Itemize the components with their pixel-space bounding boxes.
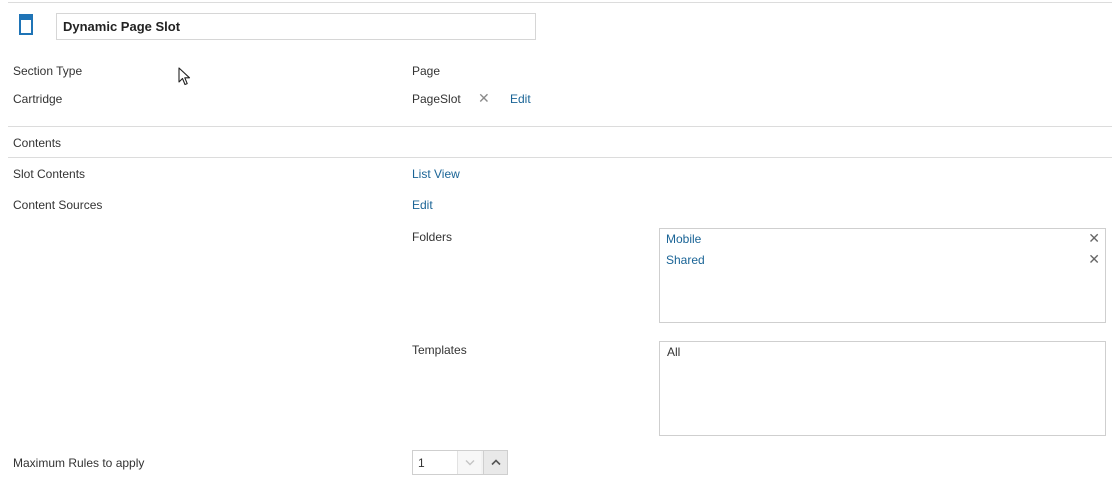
content-sources-edit-link[interactable]: Edit: [412, 198, 433, 212]
cartridge-label: Cartridge: [13, 92, 63, 106]
top-divider: [8, 2, 1112, 3]
section-divider: [8, 126, 1112, 127]
templates-listbox[interactable]: All: [659, 341, 1106, 436]
contents-heading: Contents: [13, 136, 62, 150]
template-item-all[interactable]: All: [667, 345, 680, 359]
cartridge-value: PageSlot: [412, 92, 461, 106]
cartridge-remove-icon[interactable]: ✕: [478, 91, 490, 105]
folder-mobile-remove-icon[interactable]: ✕: [1088, 231, 1100, 245]
contents-divider: [8, 157, 1112, 158]
chevron-down-icon: [465, 460, 474, 466]
folders-listbox[interactable]: Mobile ✕ Shared ✕: [659, 228, 1106, 323]
slot-contents-label: Slot Contents: [13, 167, 86, 181]
list-view-link[interactable]: List View: [412, 167, 460, 181]
page-icon: [19, 14, 33, 35]
section-type-value: Page: [412, 64, 441, 78]
increment-button[interactable]: [483, 451, 507, 474]
section-type-label: Section Type: [13, 64, 83, 78]
folders-label: Folders: [412, 230, 453, 244]
mouse-pointer-icon: [178, 67, 191, 86]
max-rules-input[interactable]: [413, 451, 457, 474]
folder-item-shared[interactable]: Shared: [666, 253, 705, 267]
max-rules-label: Maximum Rules to apply: [13, 456, 145, 470]
decrement-button[interactable]: [457, 451, 481, 474]
templates-label: Templates: [412, 343, 467, 357]
cartridge-edit-link[interactable]: Edit: [510, 92, 531, 106]
content-sources-label: Content Sources: [13, 198, 103, 212]
chevron-up-icon: [490, 459, 501, 466]
folder-item-mobile[interactable]: Mobile: [666, 232, 701, 246]
folder-shared-remove-icon[interactable]: ✕: [1088, 252, 1100, 266]
page-title-input[interactable]: [56, 13, 536, 40]
max-rules-stepper[interactable]: [412, 450, 508, 475]
